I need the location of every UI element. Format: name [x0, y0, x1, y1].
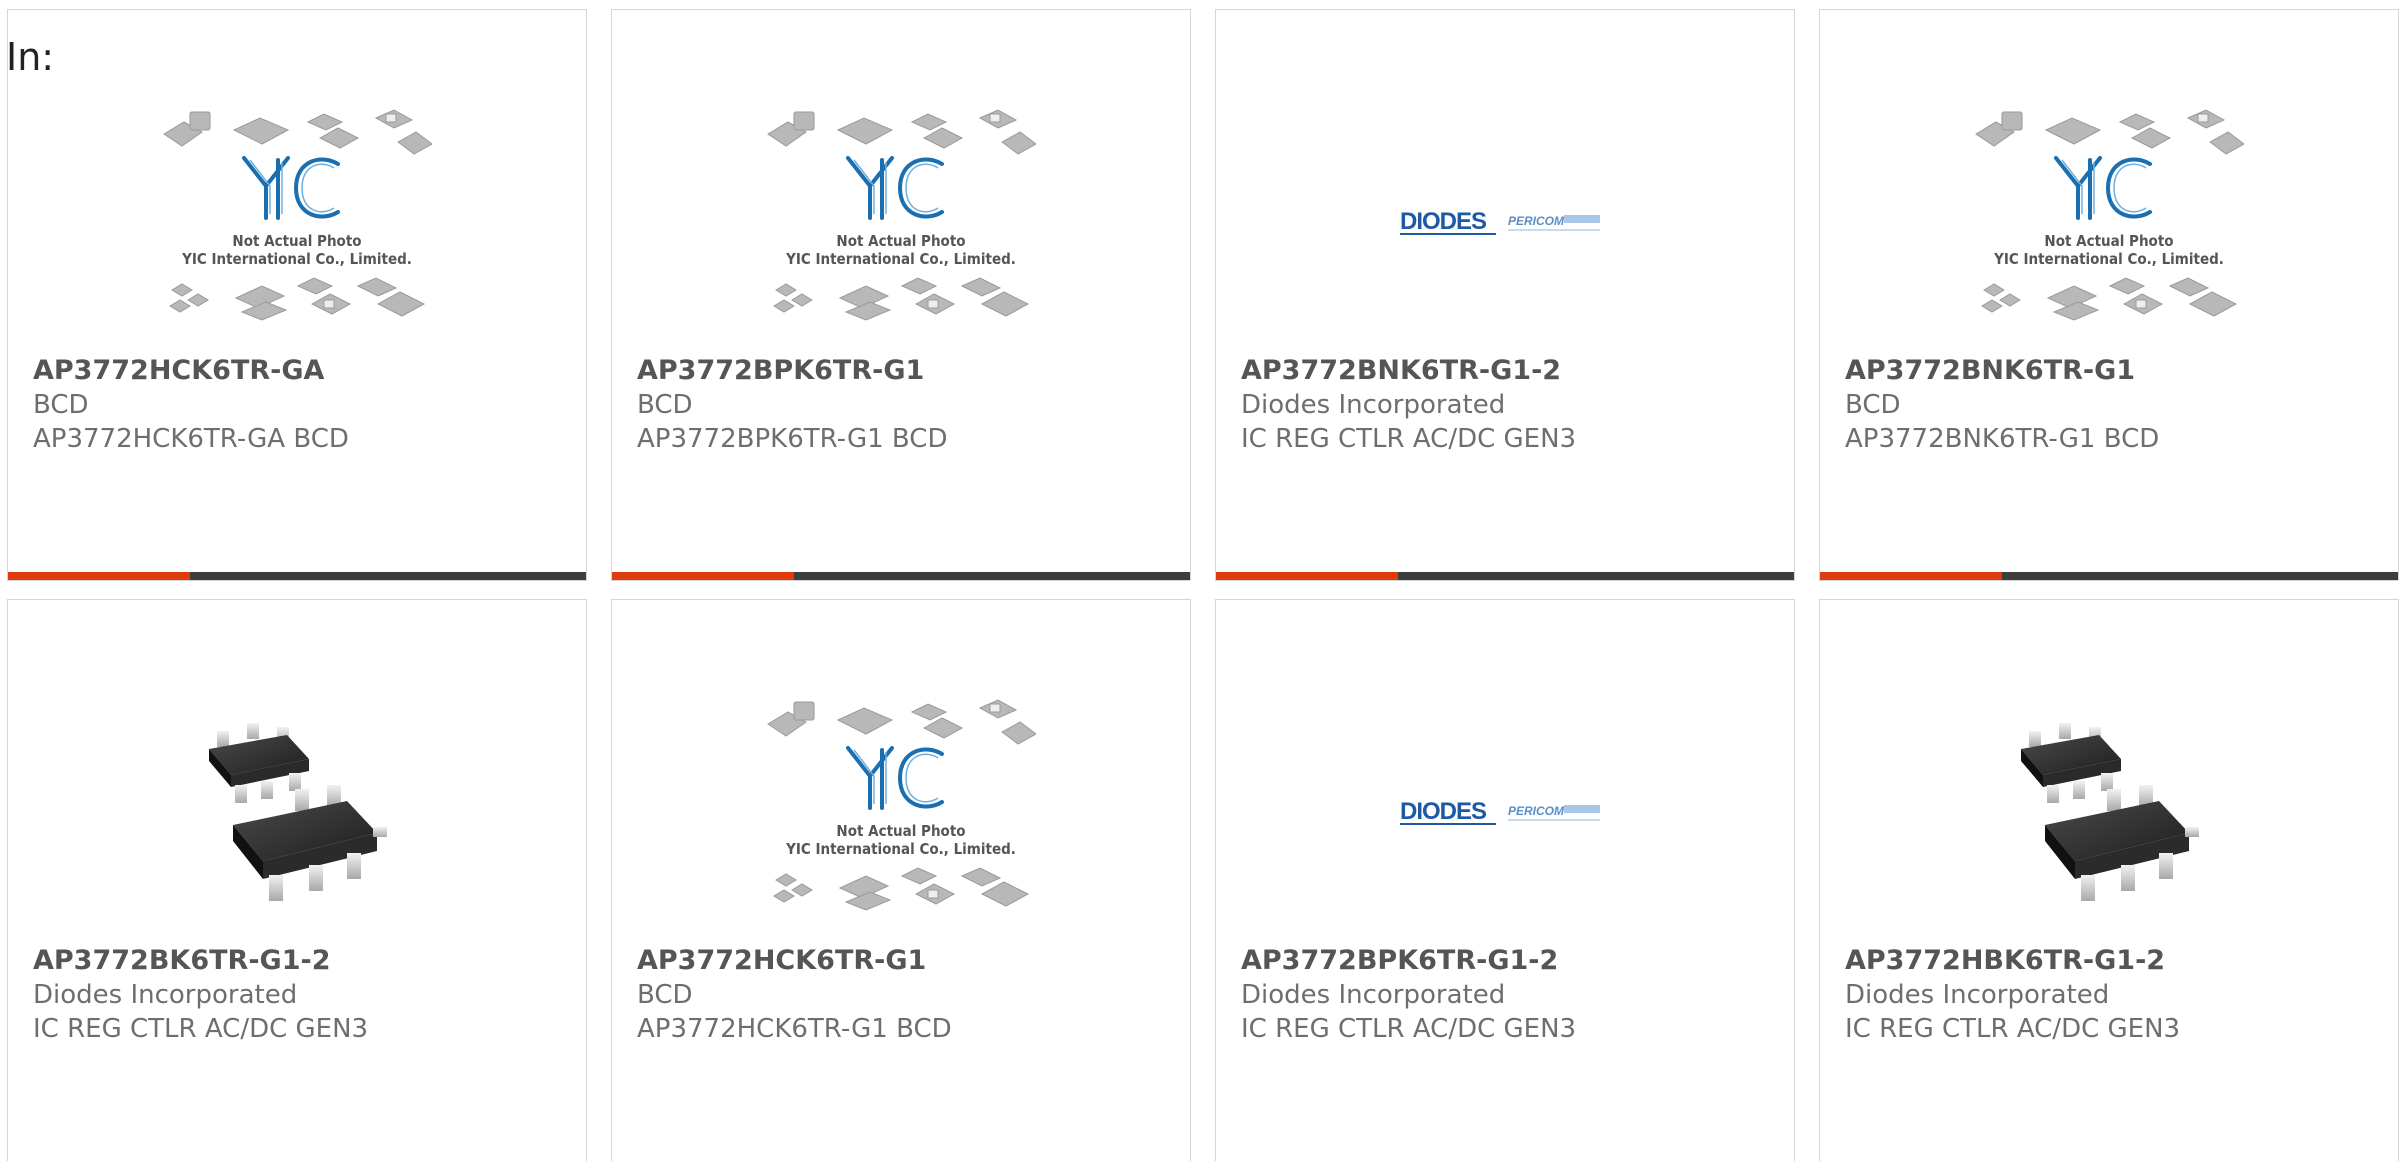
- product-thumbnail[interactable]: [8, 690, 586, 940]
- product-card[interactable]: AP3772HBK6TR-G1-2 Diodes Incorporated IC R…: [1819, 599, 2399, 1161]
- part-number-link[interactable]: AP3772HBK6TR-G1-2: [1845, 944, 2388, 978]
- product-card[interactable]: DIODES PERICOM AP3772BNK6TR-G1-2 Diodes I…: [1215, 9, 1795, 581]
- part-number-link[interactable]: AP3772BNK6TR-G1-2: [1241, 354, 1784, 388]
- product-info: AP3772HCK6TR-G1 BCD AP3772HCK6TR-G1 BCD: [637, 944, 1180, 1046]
- part-number-link[interactable]: AP3772BPK6TR-G1: [637, 354, 1180, 388]
- manufacturer-name: Diodes Incorporated: [1845, 980, 2110, 1010]
- sot26-chip-image: [2021, 723, 2199, 901]
- pericom-logo-text: PERICOM: [1508, 804, 1565, 818]
- product-description: AP3772BNK6TR-G1 BCD: [1845, 424, 2160, 454]
- yic-caption-1: Not Actual Photo: [836, 822, 965, 840]
- yic-caption-1: Not Actual Photo: [232, 232, 361, 250]
- card-accent-bar: [1216, 572, 1398, 580]
- product-description: IC REG CTLR AC/DC GEN3: [1241, 1014, 1577, 1044]
- part-number-link[interactable]: AP3772BK6TR-G1-2: [33, 944, 576, 978]
- product-description: AP3772HCK6TR-GA BCD: [33, 424, 349, 454]
- product-thumbnail[interactable]: [1820, 690, 2398, 940]
- product-info: AP3772BPK6TR-G1-2 Diodes Incorporated IC R…: [1241, 944, 1784, 1046]
- product-description: AP3772HCK6TR-G1 BCD: [637, 1014, 952, 1044]
- product-info: AP3772BPK6TR-G1 BCD AP3772BPK6TR-G1 BCD: [637, 354, 1180, 456]
- card-accent-bar: [8, 572, 190, 580]
- yic-placeholder-image: Not Actual Photo YIC International Co., …: [163, 109, 432, 321]
- manufacturer-name: BCD: [637, 980, 693, 1010]
- product-card[interactable]: Not Actual Photo YIC International Co., …: [611, 599, 1191, 1161]
- part-number-link[interactable]: AP3772BPK6TR-G1-2: [1241, 944, 1784, 978]
- manufacturer-name: Diodes Incorporated: [1241, 390, 1506, 420]
- product-thumbnail[interactable]: DIODES PERICOM: [1216, 690, 1794, 940]
- product-info: AP3772HBK6TR-G1-2 Diodes Incorporated IC R…: [1845, 944, 2388, 1046]
- product-thumbnail[interactable]: Not Actual Photo YIC International Co., …: [612, 690, 1190, 940]
- manufacturer-name: BCD: [1845, 390, 1901, 420]
- yic-placeholder-image: Not Actual Photo YIC International Co., …: [767, 699, 1036, 911]
- diodes-logo-image: DIODES PERICOM: [1400, 208, 1600, 235]
- card-bottom-bar: [612, 572, 1190, 580]
- diodes-logo-text: DIODES: [1400, 208, 1487, 235]
- product-description: IC REG CTLR AC/DC GEN3: [1845, 1014, 2181, 1044]
- product-card[interactable]: Not Actual Photo YIC International Co., …: [611, 9, 1191, 581]
- product-card[interactable]: Not Actual Photo YIC International Co., …: [7, 9, 587, 581]
- part-number-link[interactable]: AP3772HCK6TR-G1: [637, 944, 1180, 978]
- search-results-page: Not Actual Photo YIC International Co., …: [0, 0, 2400, 1161]
- product-description: AP3772BPK6TR-G1 BCD: [637, 424, 948, 454]
- card-bottom-bar: [8, 572, 586, 580]
- yic-caption-1: Not Actual Photo: [2044, 232, 2173, 250]
- card-accent-bar: [1820, 572, 2002, 580]
- product-thumbnail[interactable]: DIODES PERICOM: [1216, 100, 1794, 350]
- yic-caption-2: YIC International Co., Limited.: [1993, 250, 2224, 268]
- product-info: AP3772BK6TR-G1-2 Diodes Incorporated IC RE…: [33, 944, 576, 1046]
- yic-caption-2: YIC International Co., Limited.: [785, 840, 1016, 858]
- pericom-logo-text: PERICOM: [1508, 214, 1565, 228]
- product-info: AP3772BNK6TR-G1 BCD AP3772BNK6TR-G1 BCD: [1845, 354, 2388, 456]
- in-label: In:: [6, 35, 55, 79]
- product-card[interactable]: AP3772BK6TR-G1-2 Diodes Incorporated IC RE…: [7, 599, 587, 1161]
- part-number-link[interactable]: AP3772HCK6TR-GA: [33, 354, 576, 388]
- card-bottom-bar: [1820, 572, 2398, 580]
- sot26-chip-image: [209, 723, 387, 901]
- part-number-link[interactable]: AP3772BNK6TR-G1: [1845, 354, 2388, 388]
- manufacturer-name: BCD: [637, 390, 693, 420]
- manufacturer-name: Diodes Incorporated: [1241, 980, 1506, 1010]
- product-card[interactable]: DIODES PERICOM AP3772BPK6TR-G1-2 Diodes I…: [1215, 599, 1795, 1161]
- yic-placeholder-image: Not Actual Photo YIC International Co., …: [1975, 109, 2244, 321]
- manufacturer-name: BCD: [33, 390, 89, 420]
- yic-caption-1: Not Actual Photo: [836, 232, 965, 250]
- product-info: AP3772HCK6TR-GA BCD AP3772HCK6TR-GA BCD: [33, 354, 576, 456]
- product-grid: Not Actual Photo YIC International Co., …: [7, 9, 2400, 1161]
- product-description: IC REG CTLR AC/DC GEN3: [33, 1014, 369, 1044]
- card-bottom-bar: [1216, 572, 1794, 580]
- manufacturer-name: Diodes Incorporated: [33, 980, 298, 1010]
- product-info: AP3772BNK6TR-G1-2 Diodes Incorporated IC R…: [1241, 354, 1784, 456]
- yic-caption-2: YIC International Co., Limited.: [785, 250, 1016, 268]
- yic-placeholder-image: Not Actual Photo YIC International Co., …: [767, 109, 1036, 321]
- product-thumbnail[interactable]: Not Actual Photo YIC International Co., …: [1820, 100, 2398, 350]
- diodes-logo-image: DIODES PERICOM: [1400, 798, 1600, 825]
- product-description: IC REG CTLR AC/DC GEN3: [1241, 424, 1577, 454]
- diodes-logo-text: DIODES: [1400, 798, 1487, 825]
- product-card[interactable]: Not Actual Photo YIC International Co., …: [1819, 9, 2399, 581]
- card-accent-bar: [612, 572, 794, 580]
- yic-caption-2: YIC International Co., Limited.: [181, 250, 412, 268]
- product-thumbnail[interactable]: Not Actual Photo YIC International Co., …: [612, 100, 1190, 350]
- product-thumbnail[interactable]: Not Actual Photo YIC International Co., …: [8, 100, 586, 350]
